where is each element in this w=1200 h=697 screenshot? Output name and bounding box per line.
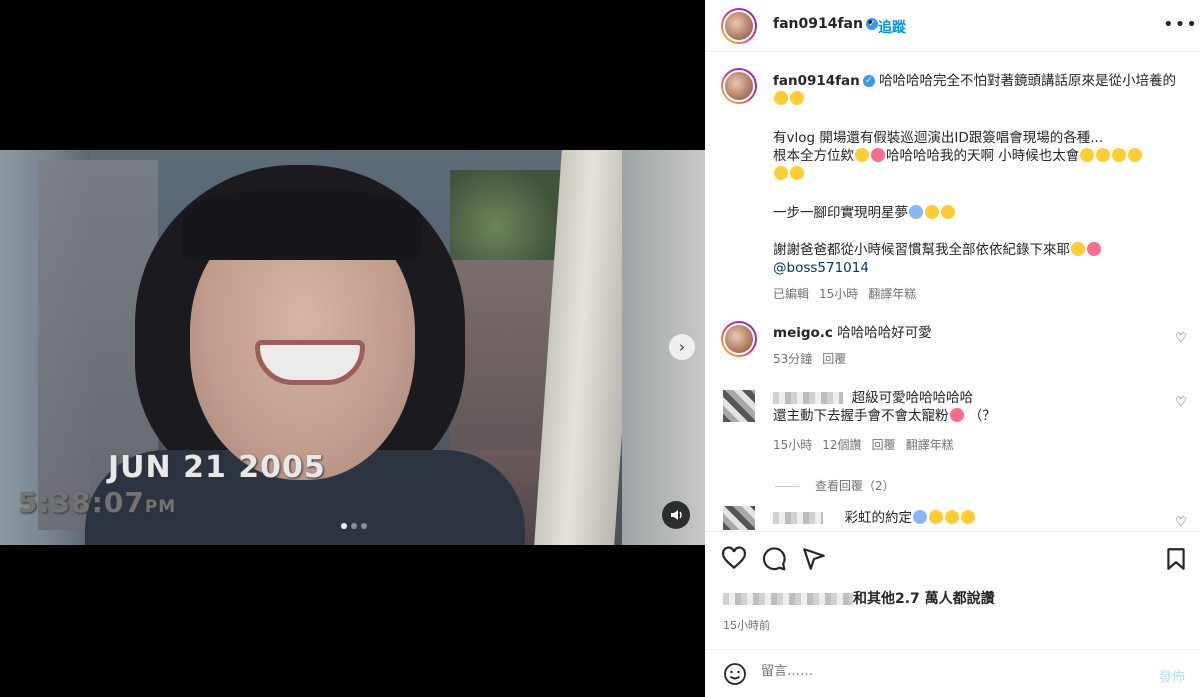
view-replies-button[interactable]: 查看回覆（2） xyxy=(775,477,895,494)
more-options-icon[interactable]: ••• xyxy=(1163,14,1198,35)
carousel-dot xyxy=(351,523,357,529)
comment-2: 超級可愛哈哈哈哈哈 還主動下去握手會不會太寵粉 （？ xyxy=(773,390,996,424)
carousel-dot xyxy=(361,523,367,529)
caption-meta: 已編輯 15小時 翻譯年糕 xyxy=(773,287,917,301)
comment-1: meigo.c 哈哈哈哈好可愛 xyxy=(773,324,1178,342)
separator-dot: • xyxy=(866,15,875,31)
translate-button[interactable]: 翻譯年糕 xyxy=(906,438,954,452)
emoji-icon xyxy=(1071,242,1085,256)
author-username[interactable]: fan0914fan ✓ xyxy=(773,16,878,32)
microphone-emoji-icon xyxy=(871,148,885,162)
emoji-icon xyxy=(1112,148,1127,162)
blurred-username[interactable] xyxy=(773,512,823,524)
emoji-icon xyxy=(790,166,804,180)
emoji-icon xyxy=(855,148,869,162)
comment-text: 哈哈哈哈好可愛 xyxy=(837,325,932,341)
share-send-icon[interactable] xyxy=(801,546,827,572)
footprints-emoji-icon xyxy=(909,205,923,219)
instagram-post-view: JUN 21 2005 5:38:07PM › fan0914fan ✓ • 追蹤… xyxy=(0,0,1200,697)
comment-like-heart-icon[interactable]: ♡ xyxy=(1175,395,1187,410)
caption-author-avatar[interactable] xyxy=(721,68,757,104)
emoji-icon xyxy=(1128,148,1143,162)
mute-button[interactable] xyxy=(662,501,690,529)
reply-button[interactable]: 回覆 xyxy=(822,352,846,366)
post-side-panel: fan0914fan ✓ • 追蹤 ••• fan0914fan ✓ 哈哈哈哈完全不… xyxy=(705,0,1200,697)
comment-icon[interactable] xyxy=(761,546,787,572)
mention-link[interactable]: @boss571014 xyxy=(773,260,869,276)
emoji-icon xyxy=(790,91,804,105)
like-heart-icon[interactable] xyxy=(721,546,747,572)
caption-author-username[interactable]: fan0914fan xyxy=(773,73,860,89)
blurred-username[interactable] xyxy=(773,392,843,404)
post-header: fan0914fan ✓ • 追蹤 ••• xyxy=(705,0,1200,52)
comment-like-heart-icon[interactable]: ♡ xyxy=(1175,515,1187,530)
caption-text: 哈哈哈哈完全不怕對著鏡頭講話原來是從小培養的 xyxy=(879,73,1177,89)
emoji-icon xyxy=(925,205,939,219)
emoji-icon xyxy=(941,205,955,219)
carousel-indicator xyxy=(341,523,367,529)
clap-emoji-icon xyxy=(960,510,975,524)
comment-3: 彩虹的約定 xyxy=(773,509,1178,527)
carousel-dot xyxy=(341,523,347,529)
translate-button[interactable]: 翻譯年糕 xyxy=(868,287,916,301)
video-time-stamp: 5:38:07PM xyxy=(18,486,177,519)
clap-emoji-icon xyxy=(928,510,943,524)
commenter-avatar[interactable] xyxy=(723,506,755,530)
commenter-avatar[interactable] xyxy=(723,390,755,422)
clap-emoji-icon xyxy=(944,510,959,524)
rainbow-emoji-icon xyxy=(912,510,927,524)
emoji-icon xyxy=(949,408,964,422)
post-timestamp: 15小時前 xyxy=(723,619,770,632)
post-actions: 和其他2.7 萬人都說讚 15小時前 xyxy=(705,531,1200,649)
emoji-picker-icon[interactable] xyxy=(723,662,747,686)
author-avatar[interactable] xyxy=(721,8,757,44)
blurred-liker-names xyxy=(723,593,853,605)
post-media[interactable]: JUN 21 2005 5:38:07PM › xyxy=(0,0,705,697)
reply-button[interactable]: 回覆 xyxy=(872,438,896,452)
comment-likes-count[interactable]: 12個讚 xyxy=(822,438,861,452)
comment-username[interactable]: meigo.c xyxy=(773,325,833,341)
post-photo[interactable]: JUN 21 2005 5:38:07PM xyxy=(0,150,705,545)
post-comment-button[interactable]: 發佈 xyxy=(1159,666,1185,685)
comment-1-meta: 53分鐘 回覆 xyxy=(773,352,847,366)
emoji-icon xyxy=(1096,148,1111,162)
video-date-stamp: JUN 21 2005 xyxy=(108,450,326,485)
verified-badge-icon: ✓ xyxy=(862,75,875,87)
bookmark-icon[interactable] xyxy=(1163,546,1189,572)
caption-paragraph-3: 一步一腳印實現明星夢 xyxy=(773,204,1178,222)
emoji-icon xyxy=(774,91,788,105)
caption-paragraph-2: 有vlog 開場還有假裝巡迴演出ID跟簽唱會現場的各種... 根本全方位欸 哈哈哈… xyxy=(773,129,1178,183)
comment-input[interactable] xyxy=(761,664,1131,679)
commenter-avatar[interactable] xyxy=(721,321,757,357)
comment-2-meta: 15小時 12個讚 回覆 翻譯年糕 xyxy=(773,438,954,452)
carousel-next-button[interactable]: › xyxy=(669,334,695,360)
emoji-icon xyxy=(1087,242,1101,256)
speaker-icon xyxy=(671,510,682,520)
likes-summary[interactable]: 和其他2.7 萬人都說讚 xyxy=(723,588,995,608)
emoji-icon xyxy=(1080,148,1095,162)
emoji-icon xyxy=(774,166,788,180)
comment-like-heart-icon[interactable]: ♡ xyxy=(1175,331,1187,346)
caption-paragraph-4: 謝謝爸爸都從小時候習慣幫我全部依依紀錄下來耶 @boss571014 xyxy=(773,241,1178,277)
comments-scroll-area[interactable]: fan0914fan ✓ 哈哈哈哈完全不怕對著鏡頭講話原來是從小培養的 有vlog… xyxy=(705,53,1200,530)
add-comment-bar: 發佈 xyxy=(705,649,1200,697)
caption-first-line: fan0914fan ✓ 哈哈哈哈完全不怕對著鏡頭講話原來是從小培養的 xyxy=(773,72,1178,108)
follow-button[interactable]: 追蹤 xyxy=(878,17,906,37)
